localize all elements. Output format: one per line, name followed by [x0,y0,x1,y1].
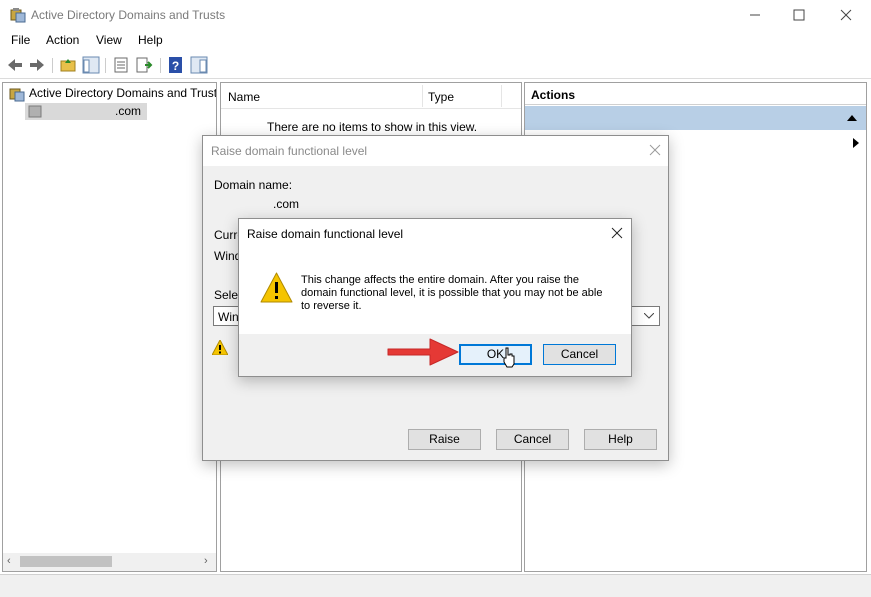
domain-icon [28,105,42,118]
raise-level-dialog-title: Raise domain functional level [211,144,368,158]
properties-icon[interactable] [112,56,130,74]
menu-action[interactable]: Action [46,33,79,47]
confirm-dialog-titlebar: Raise domain functional level [239,219,631,249]
ad-domains-icon [10,8,26,23]
up-folder-icon[interactable] [59,56,77,74]
more-actions-arrow-icon[interactable] [852,138,860,148]
domain-name-label: Domain name: [214,178,293,192]
scroll-right-icon[interactable]: › [204,555,208,567]
cancel-button[interactable]: Cancel [543,344,616,365]
cancel-button[interactable]: Cancel [496,429,569,450]
minimize-button[interactable] [732,0,778,30]
close-icon[interactable] [649,144,661,156]
help-button[interactable]: Help [584,429,657,450]
title-bar: Active Directory Domains and Trusts [0,0,871,30]
toolbar: ? [0,52,871,79]
maximize-button[interactable] [776,0,822,30]
mouse-cursor-icon [503,347,515,368]
status-bar [0,574,871,597]
confirm-message: This change affects the entire domain. A… [301,274,603,312]
column-divider[interactable] [422,85,423,107]
chevron-down-icon [644,313,654,319]
close-button[interactable] [823,0,869,30]
help-icon[interactable]: ? [167,56,185,74]
menu-file[interactable]: File [11,33,30,47]
scrollbar-thumb[interactable] [20,556,112,567]
raise-button[interactable]: Raise [408,429,481,450]
warning-icon [260,272,293,303]
list-header: Name Type [221,83,521,109]
collapse-up-icon [847,115,857,121]
window-title: Active Directory Domains and Trusts [31,8,226,22]
ok-button[interactable]: OK [459,344,532,365]
tree-domain-label: .com [115,104,142,118]
ad-domains-icon [9,88,25,102]
horizontal-scrollbar[interactable]: ‹ › [3,553,216,571]
column-type-header[interactable]: Type [428,90,454,104]
menu-view[interactable]: View [96,33,122,47]
actions-title: Actions [531,88,576,102]
show-hide-action-pane-icon[interactable] [190,56,208,74]
close-icon [840,9,852,21]
toolbar-separator [160,58,161,73]
menu-bar: File Action View Help [0,30,871,52]
red-arrow-annotation [387,338,459,366]
tree-root-item[interactable]: Active Directory Domains and Trusts [29,86,216,100]
console-tree-pane: Active Directory Domains and Trusts .com… [2,82,217,572]
show-hide-console-tree-icon[interactable] [82,56,100,74]
forward-arrow-icon[interactable] [28,56,46,74]
raise-level-dialog-titlebar: Raise domain functional level [203,136,668,166]
domain-name-value: .com [273,197,300,211]
svg-text:?: ? [172,59,179,73]
actions-header: Actions [525,83,866,105]
export-list-icon[interactable] [135,56,153,74]
back-arrow-icon[interactable] [6,56,24,74]
column-name-header[interactable]: Name [228,90,260,104]
toolbar-separator [105,58,106,73]
scroll-left-icon[interactable]: ‹ [7,555,11,567]
tree-domain-item[interactable]: .com [25,103,147,120]
column-divider[interactable] [501,85,502,107]
actions-section-domain[interactable] [525,106,866,130]
warning-icon [212,340,228,355]
minimize-icon [750,14,760,16]
menu-help[interactable]: Help [138,33,163,47]
confirm-dialog-title: Raise domain functional level [247,227,404,241]
close-icon[interactable] [611,227,623,239]
toolbar-separator [52,58,53,73]
maximize-icon [793,9,805,21]
empty-list-message: There are no items to show in this view. [267,120,478,134]
